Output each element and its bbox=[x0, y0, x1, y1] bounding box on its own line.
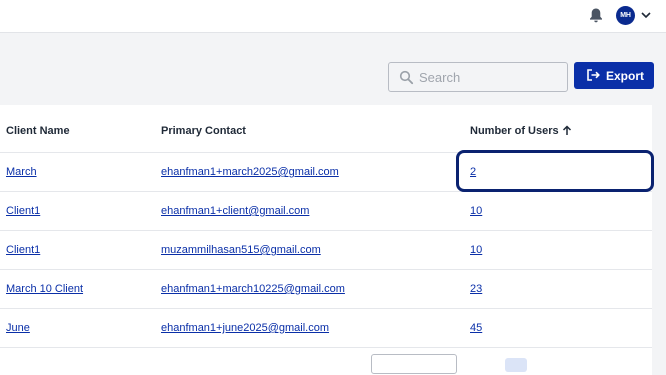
client-name-link[interactable]: March bbox=[6, 166, 37, 178]
column-header-client-name[interactable]: Client Name bbox=[6, 125, 70, 137]
number-of-users-link[interactable]: 10 bbox=[470, 205, 482, 217]
number-of-users-link[interactable]: 45 bbox=[470, 322, 482, 334]
primary-contact-link[interactable]: ehanfman1+march10225@gmail.com bbox=[161, 283, 345, 295]
clients-table: Client Name Primary Contact Number of Us… bbox=[0, 105, 654, 375]
search-input[interactable] bbox=[419, 64, 559, 90]
focus-ring bbox=[456, 150, 654, 192]
current-page-button[interactable] bbox=[505, 358, 527, 372]
search-box[interactable] bbox=[388, 62, 568, 92]
number-of-users-link[interactable]: 10 bbox=[470, 244, 482, 256]
primary-contact-link[interactable]: ehanfman1+client@gmail.com bbox=[161, 205, 309, 217]
export-button-label: Export bbox=[606, 69, 645, 83]
row-divider bbox=[0, 191, 652, 192]
column-header-label: Number of Users bbox=[470, 125, 559, 137]
column-header-primary-contact[interactable]: Primary Contact bbox=[161, 125, 246, 137]
primary-contact-link[interactable]: ehanfman1+june2025@gmail.com bbox=[161, 322, 329, 334]
chevron-down-icon[interactable] bbox=[640, 10, 652, 20]
client-name-link[interactable]: Client1 bbox=[6, 205, 40, 217]
avatar[interactable]: MH bbox=[616, 6, 635, 25]
primary-contact-link[interactable]: ehanfman1+march2025@gmail.com bbox=[161, 166, 339, 178]
bell-icon[interactable] bbox=[588, 7, 604, 24]
client-name-link[interactable]: Client1 bbox=[6, 244, 40, 256]
export-icon bbox=[587, 69, 600, 81]
row-divider bbox=[0, 152, 652, 153]
column-header-number-of-users[interactable]: Number of Users bbox=[470, 125, 572, 137]
arrow-up-icon[interactable] bbox=[562, 125, 572, 136]
export-button[interactable]: Export bbox=[574, 62, 654, 89]
rows-per-page-select[interactable] bbox=[371, 354, 457, 374]
row-divider bbox=[0, 308, 652, 309]
number-of-users-link[interactable]: 2 bbox=[470, 166, 476, 178]
client-name-link[interactable]: March 10 Client bbox=[6, 283, 83, 295]
row-divider bbox=[0, 269, 652, 270]
top-bar: MH bbox=[0, 0, 666, 33]
client-name-link[interactable]: June bbox=[6, 322, 30, 334]
row-divider bbox=[0, 347, 652, 348]
search-icon bbox=[399, 70, 414, 85]
number-of-users-link[interactable]: 23 bbox=[470, 283, 482, 295]
primary-contact-link[interactable]: muzammilhasan515@gmail.com bbox=[161, 244, 321, 256]
row-divider bbox=[0, 230, 652, 231]
